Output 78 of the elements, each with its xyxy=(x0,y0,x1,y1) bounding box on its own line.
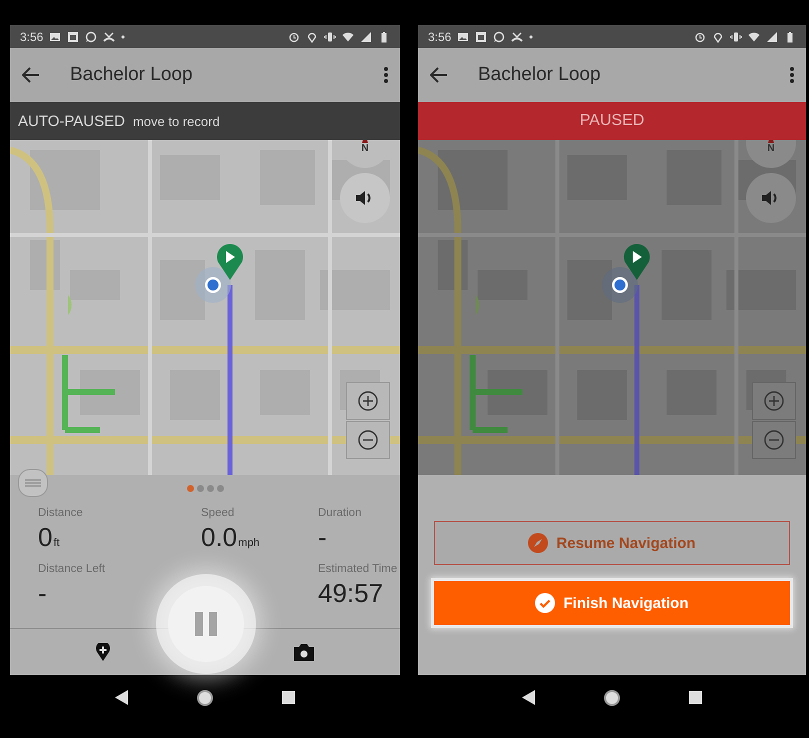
back-arrow-icon xyxy=(430,67,448,83)
zoom-out-button[interactable] xyxy=(346,421,390,459)
more-options-button[interactable] xyxy=(790,67,794,83)
finish-button[interactable]: Finish Navigation xyxy=(434,581,790,625)
back-button[interactable] xyxy=(430,67,448,83)
chat-icon xyxy=(493,30,506,42)
stat-unit: ft xyxy=(53,537,60,549)
chat-icon xyxy=(85,30,98,42)
back-nav-button[interactable] xyxy=(114,690,128,705)
vibrate-icon xyxy=(324,30,336,42)
add-pin-icon xyxy=(96,643,110,661)
banner-title: AUTO-PAUSED xyxy=(18,112,125,130)
zoom-out-icon xyxy=(764,430,784,450)
back-arrow-icon xyxy=(22,67,40,83)
banner-hint: move to record xyxy=(132,114,220,128)
compass-icon xyxy=(528,533,548,553)
stat-label: Distance Left xyxy=(38,563,106,575)
list-button[interactable] xyxy=(18,469,48,497)
signal-icon xyxy=(360,30,372,42)
more-options-button[interactable] xyxy=(384,67,388,83)
back-triangle-icon xyxy=(114,690,128,705)
zoom-in-button[interactable] xyxy=(752,382,796,420)
missed-call-icon xyxy=(511,30,524,42)
wifi-icon xyxy=(748,30,760,42)
more-options-icon xyxy=(790,67,794,83)
image-icon xyxy=(49,30,62,42)
back-triangle-icon xyxy=(522,690,536,705)
stat-value: - xyxy=(318,523,327,551)
stat-label: Distance xyxy=(38,507,84,519)
signal-icon xyxy=(766,30,778,42)
zoom-out-icon xyxy=(358,430,378,450)
missed-call-icon xyxy=(103,30,116,42)
dot-icon xyxy=(529,34,534,38)
calendar-icon xyxy=(475,30,488,42)
back-button[interactable] xyxy=(22,67,40,83)
recents-button[interactable] xyxy=(282,691,296,704)
stat-label: Duration xyxy=(318,507,362,519)
zoom-in-icon xyxy=(764,391,784,411)
back-nav-button[interactable] xyxy=(522,690,536,705)
wifi-icon xyxy=(342,30,354,42)
stat-value: 0.0 xyxy=(201,523,238,551)
screen-title: Bachelor Loop xyxy=(70,64,194,86)
vibrate-icon xyxy=(730,30,742,42)
stat-unit: mph xyxy=(238,537,260,549)
status-time: 3:56 xyxy=(428,30,452,44)
screen-title: Bachelor Loop xyxy=(478,64,602,86)
resume-button[interactable]: Resume Navigation xyxy=(434,521,790,565)
zoom-out-button[interactable] xyxy=(752,421,796,459)
banner-title: PAUSED xyxy=(580,112,644,130)
location-icon xyxy=(306,30,318,42)
camera-button[interactable] xyxy=(294,644,314,660)
alarm-icon xyxy=(694,30,706,42)
recents-button[interactable] xyxy=(688,691,702,704)
check-circle-icon xyxy=(535,593,556,613)
stat-label: Speed xyxy=(201,507,236,519)
camera-icon xyxy=(294,644,314,660)
stat-value: 49:57 xyxy=(318,579,384,607)
recents-square-icon xyxy=(688,691,702,704)
stat-value: - xyxy=(38,579,47,607)
home-circle-icon xyxy=(196,690,213,706)
calendar-icon xyxy=(67,30,80,42)
zoom-in-button[interactable] xyxy=(346,382,390,420)
image-icon xyxy=(457,30,470,42)
pause-icon xyxy=(195,612,217,636)
stat-label: Estimated Time xyxy=(318,563,398,575)
location-icon xyxy=(712,30,724,42)
list-icon xyxy=(25,479,41,487)
status-time: 3:56 xyxy=(20,30,44,44)
recents-square-icon xyxy=(282,691,296,704)
add-pin-button[interactable] xyxy=(96,643,110,661)
home-circle-icon xyxy=(604,690,620,706)
zoom-in-icon xyxy=(358,391,378,411)
stat-value: 0 xyxy=(38,523,52,551)
home-button[interactable] xyxy=(196,690,213,706)
more-options-icon xyxy=(384,67,388,83)
alarm-icon xyxy=(288,30,300,42)
dot-icon xyxy=(121,34,126,38)
home-button[interactable] xyxy=(604,690,620,706)
